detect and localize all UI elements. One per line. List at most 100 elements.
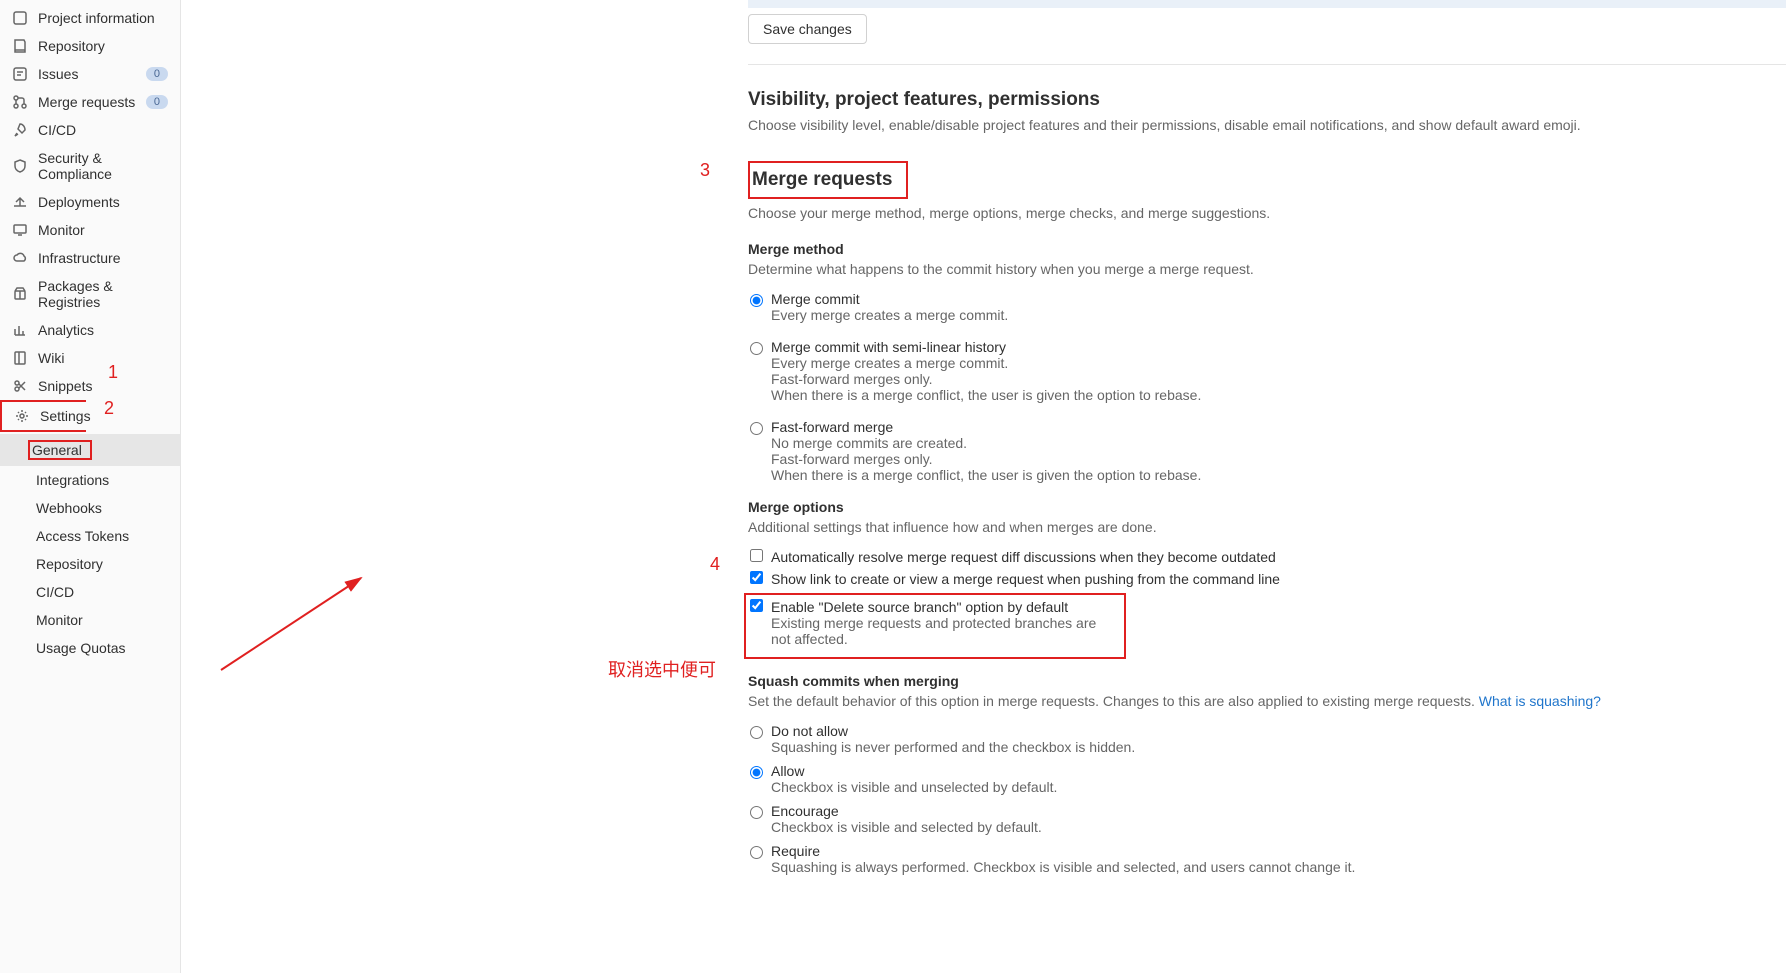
package-icon — [12, 286, 28, 302]
save-button[interactable]: Save changes — [748, 14, 867, 44]
merge-requests-title: Merge requests — [752, 169, 892, 190]
sidebar-sub-webhooks[interactable]: Webhooks — [0, 494, 180, 522]
annotation-arrow — [211, 560, 371, 680]
sidebar-item-settings[interactable]: Settings — [0, 400, 86, 432]
shield-icon — [12, 158, 28, 174]
sidebar-item-wiki[interactable]: Wiki — [0, 344, 180, 372]
sidebar-item-label: Packages & Registries — [38, 278, 168, 310]
option-sub: No merge commits are created. — [771, 435, 1201, 451]
squash-title: Squash commits when merging — [748, 673, 1786, 689]
sidebar-item-infrastructure[interactable]: Infrastructure — [0, 244, 180, 272]
sidebar-sub-label: Access Tokens — [36, 528, 129, 544]
sidebar-item-issues[interactable]: Issues 0 — [0, 60, 180, 88]
annotation-3: 3 — [700, 160, 710, 181]
cloud-icon — [12, 250, 28, 266]
sidebar-sub-repository[interactable]: Repository — [0, 550, 180, 578]
option-sub: When there is a merge conflict, the user… — [771, 387, 1201, 403]
radio-semi-linear[interactable] — [750, 342, 763, 355]
option-label: Encourage — [771, 803, 1042, 819]
sidebar-item-label: Issues — [38, 66, 136, 82]
sidebar-item-merge-requests[interactable]: Merge requests0 — [0, 88, 180, 116]
option-sub: When there is a merge conflict, the user… — [771, 467, 1201, 483]
merge-option-row[interactable]: Automatically resolve merge request diff… — [750, 549, 1786, 565]
annotation-1: 1 — [108, 362, 118, 383]
sidebar-item-label: Wiki — [38, 350, 168, 366]
option-sub: Checkbox is visible and selected by defa… — [771, 819, 1042, 835]
merge-icon — [12, 94, 28, 110]
merge-option-row[interactable]: Show link to create or view a merge requ… — [750, 571, 1786, 587]
notice-bar — [748, 0, 1786, 8]
chart-icon — [12, 322, 28, 338]
sidebar-item-label: Security & Compliance — [38, 150, 168, 182]
sidebar-item-monitor[interactable]: Monitor — [0, 216, 180, 244]
sidebar-sub-access-tokens[interactable]: Access Tokens — [0, 522, 180, 550]
radio-allow[interactable] — [750, 766, 763, 779]
sidebar-item-deployments[interactable]: Deployments — [0, 188, 180, 216]
merge-method-title: Merge method — [748, 241, 1786, 257]
sidebar: Project information Repository Issues 0 M… — [0, 0, 181, 973]
checkbox-show-link[interactable] — [750, 571, 763, 584]
sidebar-sub-general[interactable]: General — [0, 434, 180, 466]
squash-option[interactable]: RequireSquashing is always performed. Ch… — [748, 843, 1786, 875]
radio-merge-commit[interactable] — [750, 294, 763, 307]
sidebar-item-label: Repository — [38, 38, 168, 54]
sidebar-item-project-information[interactable]: Project information — [0, 4, 180, 32]
option-label: Enable "Delete source branch" option by … — [771, 599, 1116, 615]
merge-option-row[interactable]: Enable "Delete source branch" option by … — [750, 599, 1116, 647]
annotation-text: 取消选中便可 — [608, 656, 716, 682]
option-label: Automatically resolve merge request diff… — [771, 549, 1276, 565]
sidebar-sub-cicd[interactable]: CI/CD — [0, 578, 180, 606]
option-label: Merge commit — [771, 291, 1008, 307]
sidebar-sub-integrations[interactable]: Integrations — [0, 466, 180, 494]
sidebar-sub-monitor[interactable]: Monitor — [0, 606, 180, 634]
sidebar-item-analytics[interactable]: Analytics — [0, 316, 180, 344]
issues-icon — [12, 66, 28, 82]
sidebar-item-security[interactable]: Security & Compliance — [0, 144, 180, 188]
monitor-icon — [12, 222, 28, 238]
option-label: Require — [771, 843, 1355, 859]
sidebar-item-packages[interactable]: Packages & Registries — [0, 272, 180, 316]
option-sub: Existing merge requests and protected br… — [771, 615, 1116, 647]
sidebar-item-snippets[interactable]: Snippets — [0, 372, 180, 400]
sidebar-item-label: Monitor — [38, 222, 168, 238]
merge-method-option[interactable]: Merge commitEvery merge creates a merge … — [748, 291, 1786, 323]
squash-option[interactable]: Do not allowSquashing is never performed… — [748, 723, 1786, 755]
sidebar-sub-label: CI/CD — [36, 584, 74, 600]
radio-fast-forward[interactable] — [750, 422, 763, 435]
sidebar-sub-label: Monitor — [36, 612, 83, 628]
merge-method-option[interactable]: Merge commit with semi-linear historyEve… — [748, 339, 1786, 403]
what-is-squashing-link[interactable]: What is squashing? — [1479, 693, 1601, 709]
option-sub: Every merge creates a merge commit. — [771, 307, 1008, 323]
badge: 0 — [146, 67, 168, 81]
sidebar-item-label: Project information — [38, 10, 168, 26]
annotation-2: 2 — [104, 398, 114, 419]
sidebar-item-repository[interactable]: Repository — [0, 32, 180, 60]
rocket-icon — [12, 122, 28, 138]
sidebar-item-label: CI/CD — [38, 122, 168, 138]
squash-desc: Set the default behavior of this option … — [748, 693, 1786, 709]
squash-desc-text: Set the default behavior of this option … — [748, 693, 1479, 709]
checkbox-auto-resolve[interactable] — [750, 549, 763, 562]
squash-option[interactable]: EncourageCheckbox is visible and selecte… — [748, 803, 1786, 835]
radio-do-not-allow[interactable] — [750, 726, 763, 739]
option-label: Merge commit with semi-linear history — [771, 339, 1201, 355]
option-label: Allow — [771, 763, 1057, 779]
radio-encourage[interactable] — [750, 806, 763, 819]
sidebar-item-label: Deployments — [38, 194, 168, 210]
option-sub: Squashing is always performed. Checkbox … — [771, 859, 1355, 875]
sidebar-item-cicd[interactable]: CI/CD — [0, 116, 180, 144]
merge-requests-desc: Choose your merge method, merge options,… — [748, 205, 1786, 221]
checkbox-delete-source-branch[interactable] — [750, 599, 763, 612]
squash-option[interactable]: AllowCheckbox is visible and unselected … — [748, 763, 1786, 795]
sidebar-sub-usage-quotas[interactable]: Usage Quotas — [0, 634, 180, 662]
book-icon — [12, 350, 28, 366]
merge-method-option[interactable]: Fast-forward mergeNo merge commits are c… — [748, 419, 1786, 483]
sidebar-item-label: Merge requests — [38, 94, 136, 110]
gear-icon — [14, 408, 30, 424]
option-sub: Fast-forward merges only. — [771, 371, 1201, 387]
repo-icon — [12, 38, 28, 54]
radio-require[interactable] — [750, 846, 763, 859]
merge-requests-heading-box: Merge requests — [748, 161, 908, 199]
visibility-desc: Choose visibility level, enable/disable … — [748, 117, 1786, 133]
option-sub: Checkbox is visible and unselected by de… — [771, 779, 1057, 795]
